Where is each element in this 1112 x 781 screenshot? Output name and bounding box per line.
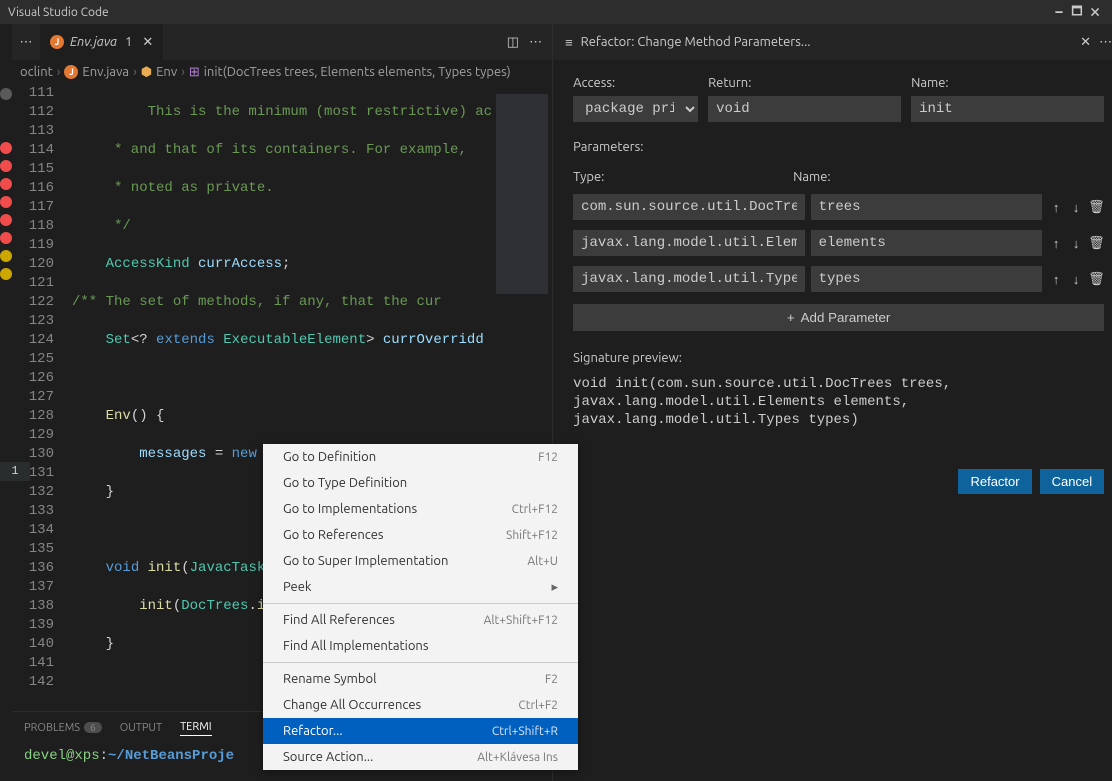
label-parameters: Parameters: <box>573 140 1104 154</box>
cm-go-to-type-definition[interactable]: Go to Type Definition <box>263 470 578 496</box>
cm-go-to-references[interactable]: Go to ReferencesShift+F12 <box>263 522 578 548</box>
cm-find-all-references[interactable]: Find All ReferencesAlt+Shift+F12 <box>263 607 578 633</box>
param-name-input[interactable] <box>811 266 1043 292</box>
plus-icon: + <box>787 310 795 325</box>
gutter-dot <box>0 196 12 208</box>
editor-more-icon[interactable]: ⋯ <box>529 35 542 50</box>
label-signature-preview: Signature preview: <box>573 351 1104 365</box>
param-row: ↑ ↓ 🗑 <box>573 230 1104 256</box>
cm-source-action[interactable]: Source Action...Alt+Klávesa Ins <box>263 744 578 770</box>
java-file-icon: J <box>50 35 64 49</box>
signature-preview: void init(com.sun.source.util.DocTrees t… <box>573 375 1104 429</box>
chevron-right-icon: ▸ <box>551 580 558 595</box>
param-row: ↑ ↓ 🗑 <box>573 194 1104 220</box>
delete-icon[interactable]: 🗑 <box>1088 200 1104 215</box>
close-panel-icon[interactable]: ✕ <box>1080 35 1091 50</box>
access-select[interactable]: package private <box>573 96 698 122</box>
gutter-dot <box>0 250 12 262</box>
prompt-path: ~/NetBeansProje <box>108 748 234 764</box>
breadcrumb-file[interactable]: Env.java <box>82 65 129 79</box>
current-line-gutter: 1 <box>0 462 30 481</box>
close-icon[interactable]: 🗙 <box>1086 2 1104 23</box>
split-editor-icon[interactable]: ◫ <box>507 35 519 50</box>
panel-more-icon[interactable]: ⋯ <box>1099 35 1112 50</box>
name-input[interactable] <box>911 96 1104 122</box>
problems-count-badge: 6 <box>84 722 102 733</box>
breadcrumb[interactable]: oclint › J Env.java › ⬢ Env › ⊞ init(Doc… <box>12 60 552 84</box>
cm-peek[interactable]: Peek▸ <box>263 574 578 600</box>
gutter-dot <box>0 232 12 244</box>
cm-go-to-super[interactable]: Go to Super ImplementationAlt+U <box>263 548 578 574</box>
delete-icon[interactable]: 🗑 <box>1088 236 1104 251</box>
minimize-icon[interactable]: 🗕 <box>1050 2 1068 23</box>
gutter-dot <box>0 268 12 280</box>
label-access: Access: <box>573 76 698 90</box>
gutter-dot <box>0 178 12 190</box>
label-type: Type: <box>573 170 783 184</box>
context-menu: Go to DefinitionF12 Go to Type Definitio… <box>263 444 578 770</box>
cm-refactor[interactable]: Refactor...Ctrl+Shift+R <box>263 718 578 744</box>
breadcrumb-class[interactable]: Env <box>156 65 177 79</box>
cm-rename-symbol[interactable]: Rename SymbolF2 <box>263 666 578 692</box>
move-down-icon[interactable]: ↓ <box>1068 200 1084 215</box>
param-name-input[interactable] <box>811 194 1043 220</box>
list-icon: ≡ <box>565 35 573 50</box>
param-type-input[interactable] <box>573 266 805 292</box>
java-file-icon: J <box>64 65 78 79</box>
cm-find-all-implementations[interactable]: Find All Implementations <box>263 633 578 659</box>
label-name: Name: <box>911 76 1104 90</box>
add-parameter-button[interactable]: + Add Parameter <box>573 304 1104 331</box>
tab-close-icon[interactable]: ✕ <box>142 35 153 50</box>
titlebar: Visual Studio Code 🗕 🗖 🗙 <box>0 0 1112 24</box>
param-type-input[interactable] <box>573 230 805 256</box>
gutter-dot <box>0 142 12 154</box>
tab-output[interactable]: OUTPUT <box>120 722 162 734</box>
gutter-dot <box>0 214 12 226</box>
cm-go-to-definition[interactable]: Go to DefinitionF12 <box>263 444 578 470</box>
param-row: ↑ ↓ 🗑 <box>573 266 1104 292</box>
move-up-icon[interactable]: ↑ <box>1048 236 1064 251</box>
move-down-icon[interactable]: ↓ <box>1068 236 1084 251</box>
param-type-input[interactable] <box>573 194 805 220</box>
gutter-dot <box>0 88 12 100</box>
tab-filename: Env.java <box>70 35 117 49</box>
tab-terminal[interactable]: TERMI <box>180 721 212 736</box>
cm-separator <box>263 662 578 663</box>
label-pname: Name: <box>793 170 831 184</box>
delete-icon[interactable]: 🗑 <box>1088 272 1104 287</box>
tab-modified-badge: 1 <box>125 35 132 49</box>
prompt-user: devel@xps <box>24 748 100 764</box>
tab-env-java[interactable]: J Env.java 1 ✕ <box>40 24 164 60</box>
refactor-panel: ≡ Refactor: Change Method Parameters... … <box>553 24 1112 781</box>
panel-title: Refactor: Change Method Parameters... <box>581 35 1073 49</box>
tabs-row: ⋯ J Env.java 1 ✕ ◫ ⋯ <box>12 24 552 60</box>
cm-change-all-occurrences[interactable]: Change All OccurrencesCtrl+F2 <box>263 692 578 718</box>
gutter-bar <box>0 24 12 781</box>
maximize-icon[interactable]: 🗖 <box>1068 2 1086 23</box>
tab-overflow-icon[interactable]: ⋯ <box>12 35 40 50</box>
breadcrumb-folder[interactable]: oclint <box>20 65 53 79</box>
cm-separator <box>263 603 578 604</box>
label-return: Return: <box>708 76 901 90</box>
cancel-button[interactable]: Cancel <box>1040 469 1104 494</box>
breadcrumb-method[interactable]: init(DocTrees trees, Elements elements, … <box>204 65 511 79</box>
cm-go-to-implementations[interactable]: Go to ImplementationsCtrl+F12 <box>263 496 578 522</box>
move-up-icon[interactable]: ↑ <box>1048 272 1064 287</box>
move-down-icon[interactable]: ↓ <box>1068 272 1084 287</box>
tab-problems[interactable]: PROBLEMS6 <box>24 722 102 734</box>
line-numbers: 111112113114 115116117118 119120121122 1… <box>12 84 72 711</box>
move-up-icon[interactable]: ↑ <box>1048 200 1064 215</box>
return-input[interactable] <box>708 96 901 122</box>
window-title: Visual Studio Code <box>8 6 1050 19</box>
gutter-dot <box>0 160 12 172</box>
param-name-input[interactable] <box>811 230 1043 256</box>
refactor-button[interactable]: Refactor <box>958 469 1031 494</box>
